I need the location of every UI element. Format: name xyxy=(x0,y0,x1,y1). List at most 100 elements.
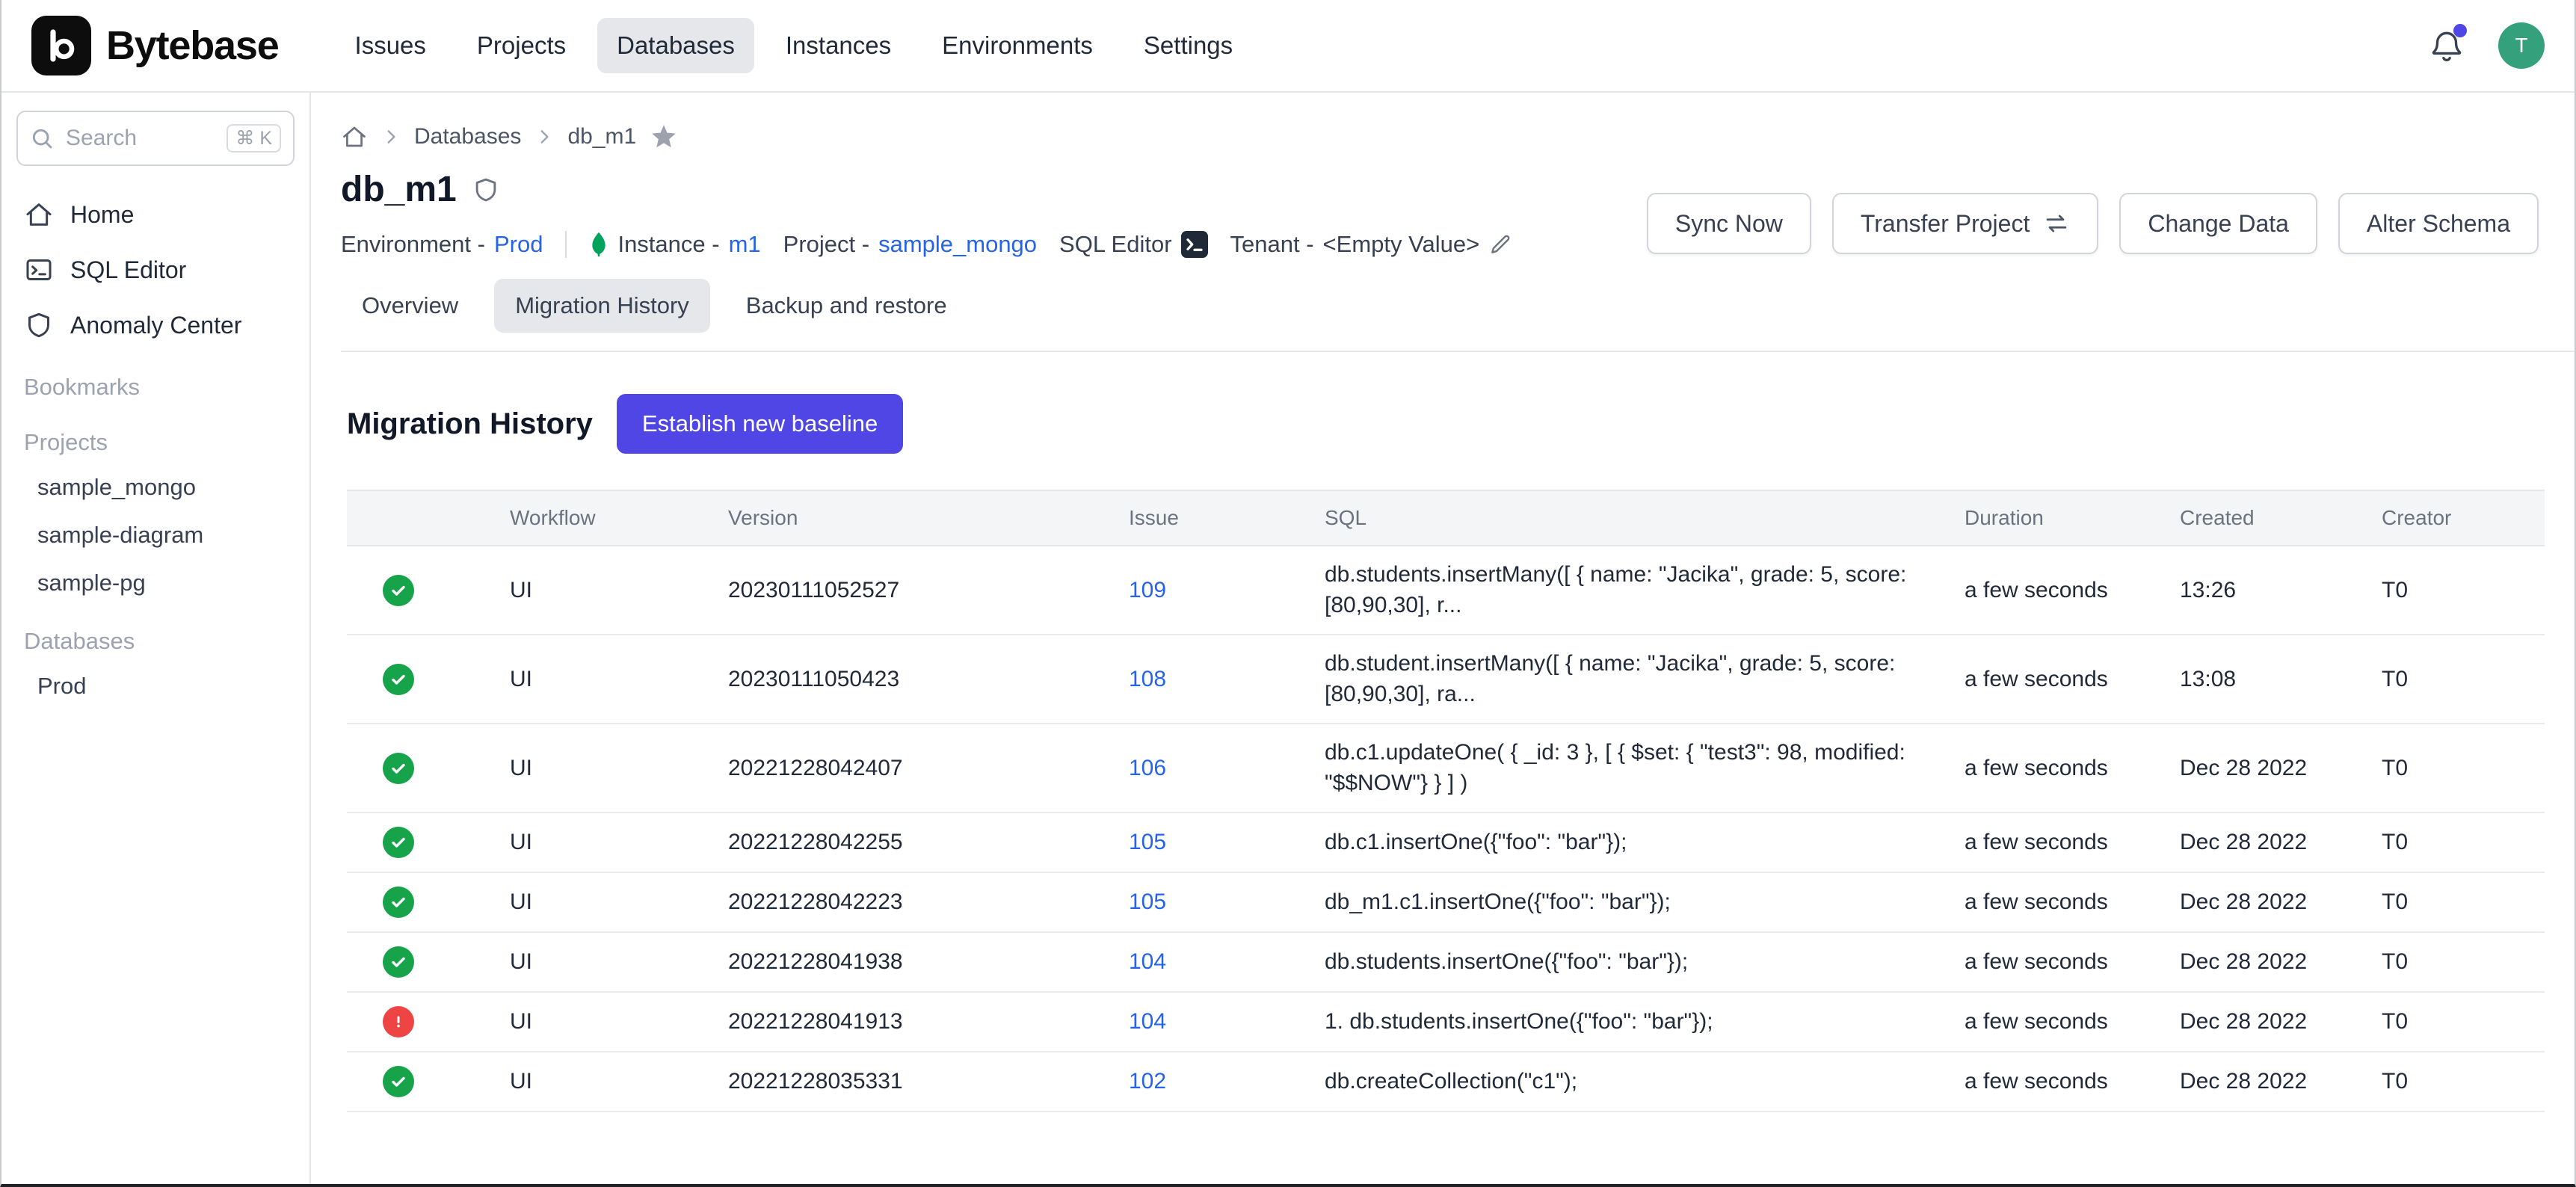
project-link[interactable]: sample_mongo xyxy=(878,231,1037,258)
creator-cell: T0 xyxy=(2367,724,2545,813)
nav-item-projects[interactable]: Projects xyxy=(457,18,585,73)
created-cell: Dec 28 2022 xyxy=(2165,992,2367,1052)
establish-baseline-button[interactable]: Establish new baseline xyxy=(617,394,903,454)
top-nav: IssuesProjectsDatabasesInstancesEnvironm… xyxy=(336,18,1253,73)
col-sql: SQL xyxy=(1310,490,1950,546)
sidebar-item-sample-pg[interactable]: sample-pg xyxy=(1,559,309,607)
shield-icon xyxy=(24,310,54,340)
nav-item-environments[interactable]: Environments xyxy=(922,18,1112,73)
success-check-icon xyxy=(383,1066,414,1097)
workflow-cell: UI xyxy=(495,932,713,992)
migration-row[interactable]: UI20221228035331102db.createCollection("… xyxy=(347,1052,2545,1112)
section-title: Migration History xyxy=(347,407,593,441)
pencil-icon[interactable] xyxy=(1488,232,1512,256)
created-cell: Dec 28 2022 xyxy=(2165,932,2367,992)
workflow-cell: UI xyxy=(495,872,713,932)
migration-history-section: Migration History Establish new baseline… xyxy=(311,352,2575,1112)
success-check-icon xyxy=(383,753,414,784)
tab-backup-and-restore[interactable]: Backup and restore xyxy=(725,279,968,333)
col-workflow: Workflow xyxy=(495,490,713,546)
alter-schema-button[interactable]: Alter Schema xyxy=(2338,193,2539,254)
sidebar-sections: BookmarksProjectssample_mongosample-diag… xyxy=(1,353,309,710)
database-meta: Environment - Prod Instance - m1 xyxy=(341,231,1512,258)
tab-migration-history[interactable]: Migration History xyxy=(494,279,710,333)
transfer-project-button[interactable]: Transfer Project xyxy=(1832,193,2098,254)
bytebase-app: Bytebase IssuesProjectsDatabasesInstance… xyxy=(0,0,2576,1187)
issue-link[interactable]: 108 xyxy=(1129,667,1166,691)
tab-overview[interactable]: Overview xyxy=(341,279,479,333)
nav-item-instances[interactable]: Instances xyxy=(766,18,910,73)
workflow-cell: UI xyxy=(495,1052,713,1112)
creator-cell: T0 xyxy=(2367,872,2545,932)
issue-cell: 105 xyxy=(1114,872,1310,932)
action-label: Alter Schema xyxy=(2367,210,2510,238)
header-actions: Sync Now Transfer Project Change Data Alter… xyxy=(1647,193,2539,254)
migration-row[interactable]: UI20230111052527109db.students.insertMan… xyxy=(347,546,2545,635)
notifications-button[interactable] xyxy=(2428,27,2465,64)
mongodb-leaf-icon xyxy=(589,231,608,258)
issue-link[interactable]: 104 xyxy=(1129,1009,1166,1034)
sidebar-menu: Home SQL Editor Anomaly Center xyxy=(1,187,309,353)
workflow-cell: UI xyxy=(495,635,713,724)
shield-icon xyxy=(472,176,500,204)
migration-row[interactable]: UI202212280419131041. db.students.insert… xyxy=(347,992,2545,1052)
nav-item-settings[interactable]: Settings xyxy=(1124,18,1252,73)
sql-cell: 1. db.students.insertOne({"foo": "bar"})… xyxy=(1310,992,1950,1052)
home-icon[interactable] xyxy=(341,123,368,150)
creator-cell: T0 xyxy=(2367,813,2545,872)
success-check-icon xyxy=(383,887,414,918)
sidebar-item-home[interactable]: Home xyxy=(1,187,309,242)
nav-item-databases[interactable]: Databases xyxy=(597,18,754,73)
sidebar-item-anomaly-center[interactable]: Anomaly Center xyxy=(1,297,309,353)
migration-row[interactable]: UI20230111050423108db.student.insertMany… xyxy=(347,635,2545,724)
sql-cell: db.c1.updateOne( { _id: 3 }, [ { $set: {… xyxy=(1310,724,1950,813)
migration-row[interactable]: UI20221228042407106db.c1.updateOne( { _i… xyxy=(347,724,2545,813)
brand[interactable]: Bytebase xyxy=(31,16,279,75)
sidebar-item-sample-diagram[interactable]: sample-diagram xyxy=(1,511,309,559)
workflow-cell: UI xyxy=(495,546,713,635)
search-input[interactable] xyxy=(66,126,215,151)
issue-cell: 109 xyxy=(1114,546,1310,635)
migration-row[interactable]: UI20221228042223105db_m1.c1.insertOne({"… xyxy=(347,872,2545,932)
sidebar-item-sample-mongo[interactable]: sample_mongo xyxy=(1,463,309,511)
divider xyxy=(565,231,567,258)
environment-link[interactable]: Prod xyxy=(494,231,543,258)
issue-link[interactable]: 109 xyxy=(1129,578,1166,602)
avatar[interactable]: T xyxy=(2498,22,2545,69)
breadcrumb-databases[interactable]: Databases xyxy=(414,124,521,149)
migration-row[interactable]: UI20221228042255105db.c1.insertOne({"foo… xyxy=(347,813,2545,872)
sidebar-item-label: Anomaly Center xyxy=(70,312,241,339)
issue-link[interactable]: 104 xyxy=(1129,949,1166,974)
creator-cell: T0 xyxy=(2367,932,2545,992)
sidebar-item-sql-editor[interactable]: SQL Editor xyxy=(1,242,309,297)
migration-row[interactable]: UI20221228041938104db.students.insertOne… xyxy=(347,932,2545,992)
created-cell: 13:08 xyxy=(2165,635,2367,724)
change-data-button[interactable]: Change Data xyxy=(2119,193,2317,254)
duration-cell: a few seconds xyxy=(1950,724,2165,813)
chevron-right-icon xyxy=(381,127,401,147)
sync-now-button[interactable]: Sync Now xyxy=(1647,193,1811,254)
duration-cell: a few seconds xyxy=(1950,546,2165,635)
sql-cell: db_m1.c1.insertOne({"foo": "bar"}); xyxy=(1310,872,1950,932)
col-issue: Issue xyxy=(1114,490,1310,546)
bookmark-star-icon[interactable] xyxy=(650,123,678,151)
brand-name: Bytebase xyxy=(106,22,279,69)
search-box[interactable]: ⌘ K xyxy=(16,111,295,166)
sidebar-item-prod[interactable]: Prod xyxy=(1,662,309,710)
issue-cell: 105 xyxy=(1114,813,1310,872)
instance-link[interactable]: m1 xyxy=(729,231,761,258)
issue-link[interactable]: 106 xyxy=(1129,756,1166,780)
main-content: Databases db_m1 db_m1 xyxy=(311,93,2575,1184)
duration-cell: a few seconds xyxy=(1950,813,2165,872)
nav-item-issues[interactable]: Issues xyxy=(336,18,446,73)
workflow-cell: UI xyxy=(495,724,713,813)
issue-link[interactable]: 105 xyxy=(1129,890,1166,914)
sql-cell: db.student.insertMany([ { name: "Jacika"… xyxy=(1310,635,1950,724)
tenant-value: <Empty Value> xyxy=(1323,231,1480,258)
version-cell: 20221228041913 xyxy=(713,992,1114,1052)
instance-label: Instance - xyxy=(617,231,719,258)
issue-link[interactable]: 102 xyxy=(1129,1069,1166,1094)
sql-editor-button[interactable] xyxy=(1181,231,1208,258)
sidebar-item-label: SQL Editor xyxy=(70,256,186,284)
issue-link[interactable]: 105 xyxy=(1129,830,1166,854)
